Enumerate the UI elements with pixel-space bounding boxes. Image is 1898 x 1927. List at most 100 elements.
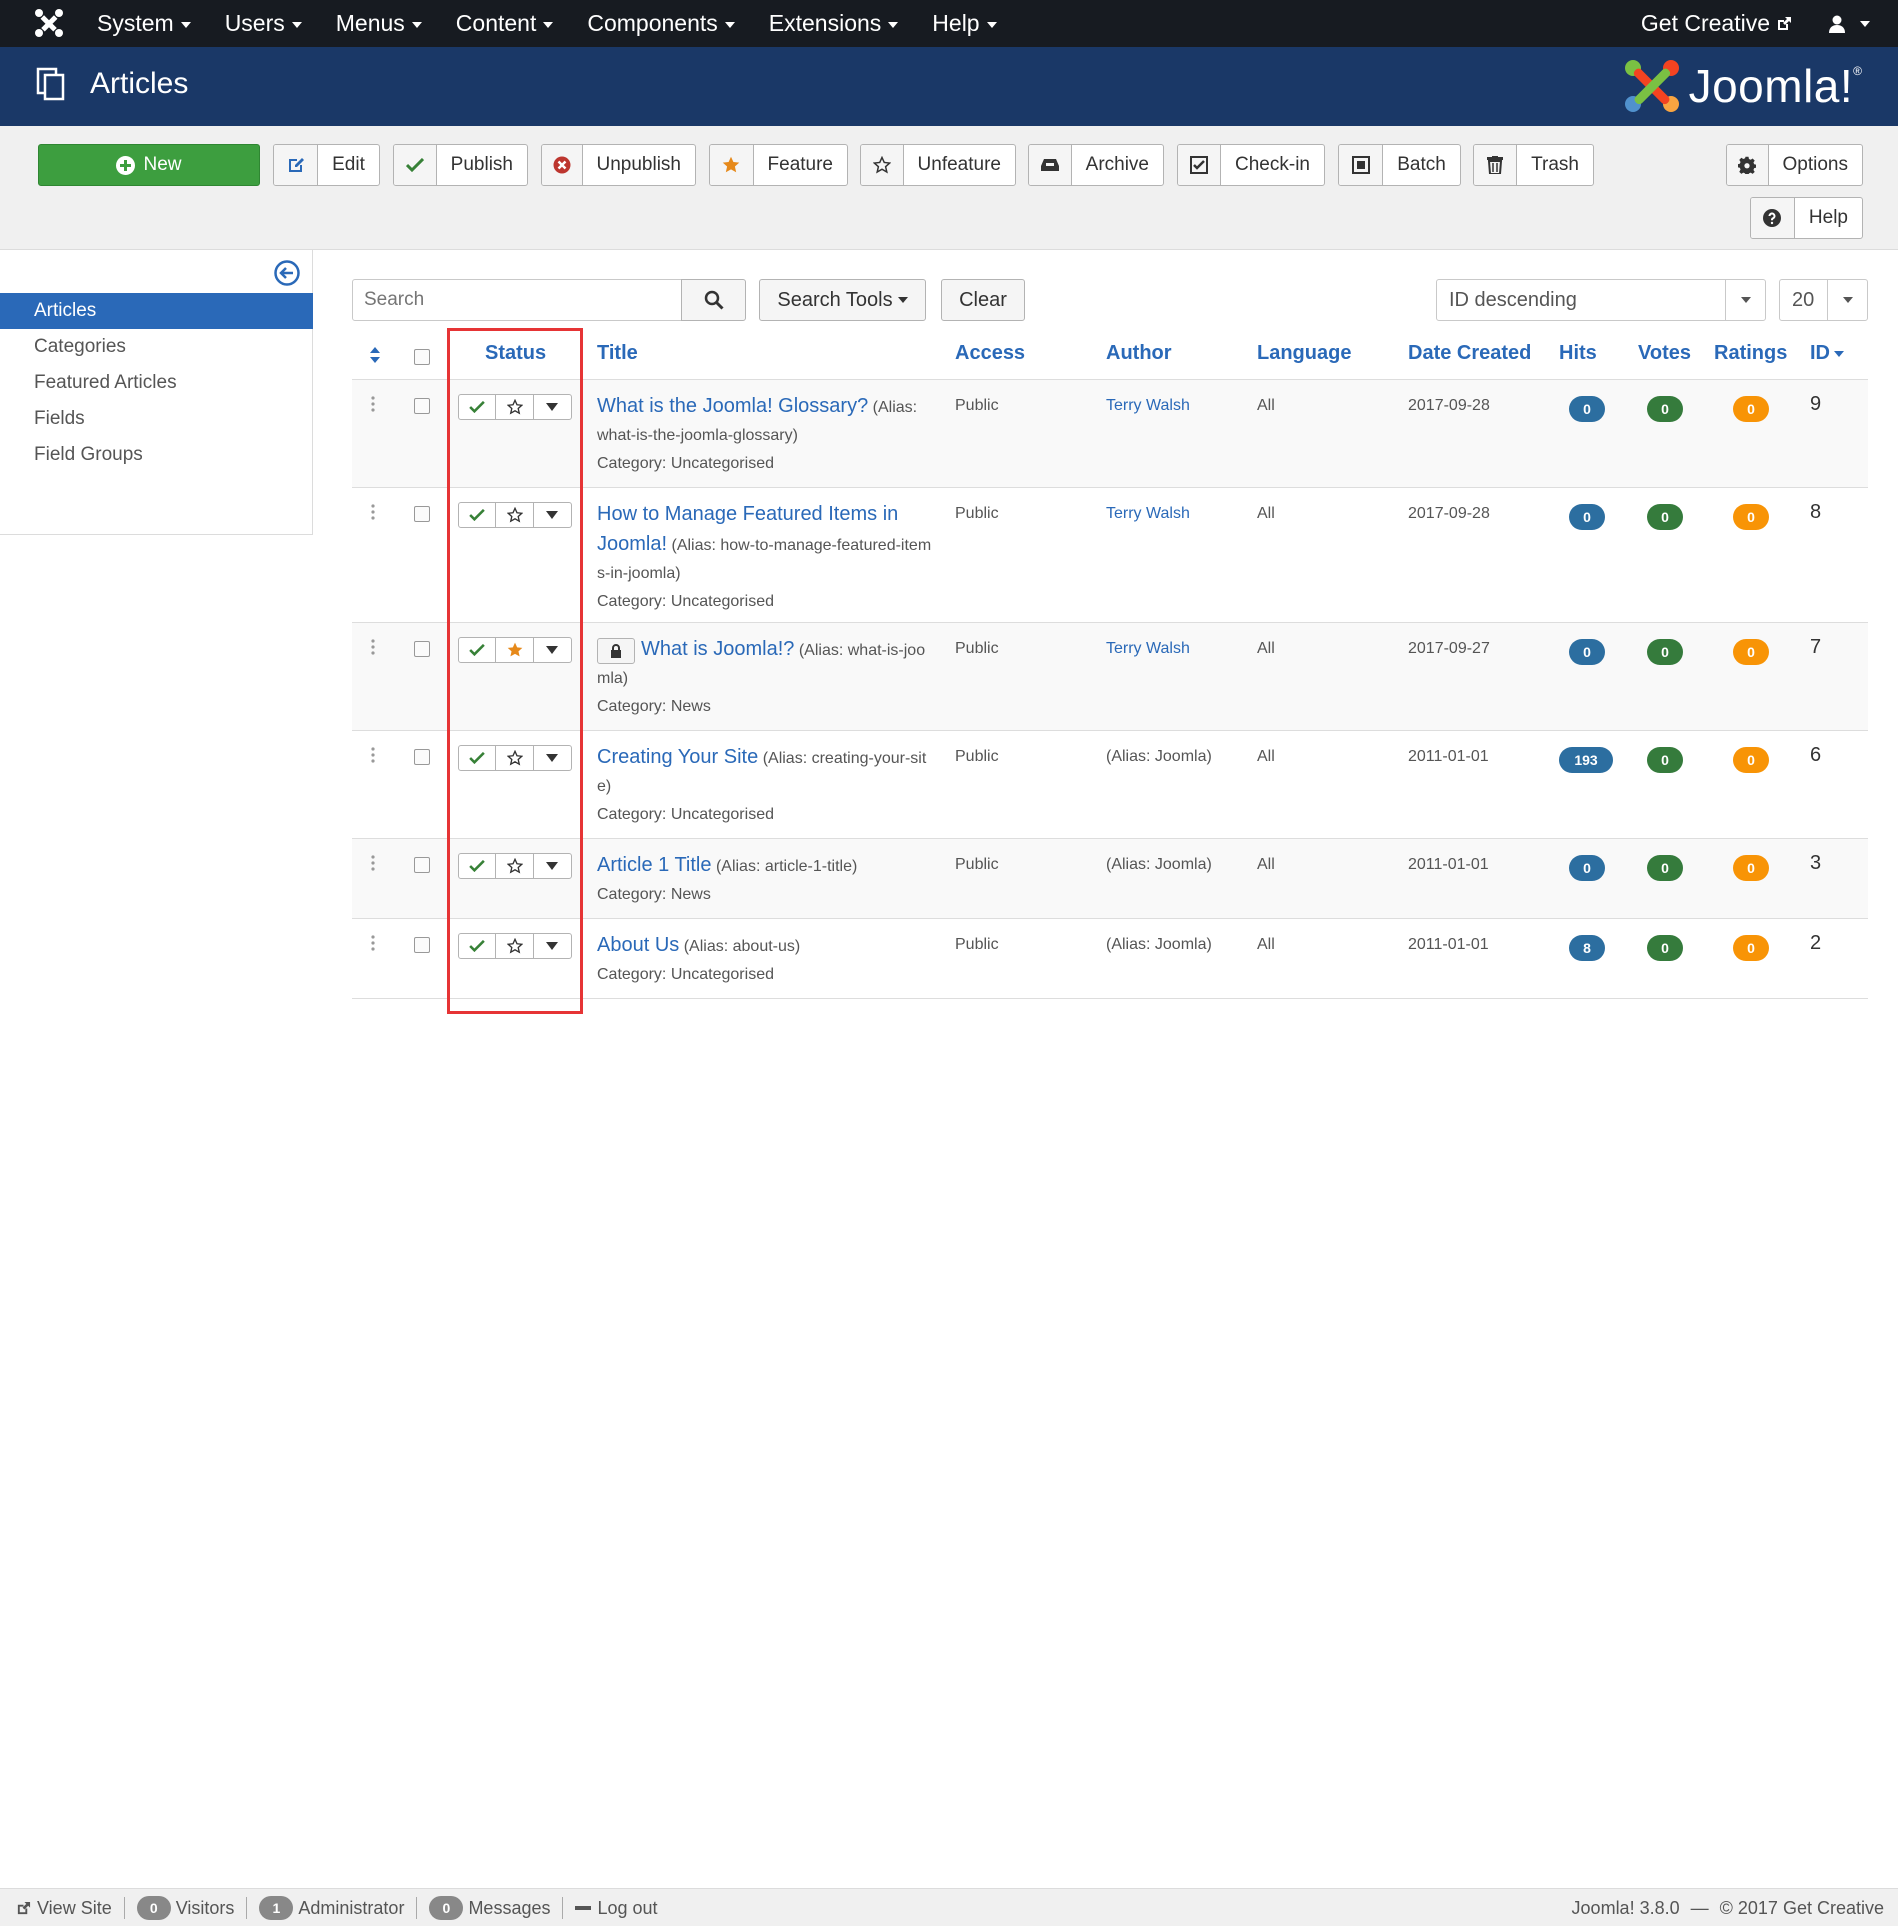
batch-button[interactable]: Batch <box>1338 144 1461 186</box>
menu-extensions[interactable]: Extensions <box>752 0 916 47</box>
votes-column-header[interactable]: Votes <box>1638 332 1691 380</box>
ratings-badge: 0 <box>1733 504 1769 530</box>
row-checkbox[interactable] <box>414 506 430 522</box>
row-checkbox[interactable] <box>414 937 430 953</box>
article-title-cell: What is the Joomla! Glossary? (Alias: wh… <box>597 392 932 478</box>
author-cell[interactable]: Terry Walsh <box>1106 500 1190 528</box>
search-tools-button[interactable]: Search Tools <box>759 279 926 321</box>
joomla-icon[interactable] <box>34 8 64 38</box>
logout-link[interactable]: Log out <box>575 1898 658 1919</box>
new-button[interactable]: New <box>38 144 260 186</box>
joomla-logo: Joomla! ® <box>1623 58 1862 114</box>
help-button[interactable]: Help <box>1750 197 1863 239</box>
user-menu[interactable] <box>1828 15 1870 33</box>
drag-handle-icon[interactable] <box>371 747 375 763</box>
date-column-header[interactable]: Date Created <box>1408 332 1531 380</box>
drag-handle-icon[interactable] <box>371 396 375 412</box>
article-category: Category: News <box>597 886 711 903</box>
unpublish-icon <box>542 145 583 185</box>
messages-indicator[interactable]: 0 Messages <box>429 1896 550 1920</box>
drag-handle-icon[interactable] <box>371 935 375 951</box>
menu-components[interactable]: Components <box>570 0 751 47</box>
row-checkbox[interactable] <box>414 749 430 765</box>
ordering-select[interactable]: ID descending <box>1436 279 1766 321</box>
checkin-button[interactable]: Check-in <box>1177 144 1325 186</box>
menu-users[interactable]: Users <box>208 0 319 47</box>
hits-badge: 8 <box>1569 935 1605 961</box>
date-cell: 2011-01-01 <box>1408 856 1489 873</box>
sidebar-item-categories[interactable]: Categories <box>0 329 313 365</box>
article-title-link[interactable]: What is the Joomla! Glossary? <box>597 395 868 417</box>
access-column-header[interactable]: Access <box>955 332 1025 380</box>
article-category: Category: News <box>597 698 711 715</box>
sidebar-item-fields[interactable]: Fields <box>0 401 313 437</box>
article-title-link[interactable]: Creating Your Site <box>597 746 758 768</box>
menu-content[interactable]: Content <box>439 0 571 47</box>
votes-badge: 0 <box>1647 639 1683 665</box>
menu-menus[interactable]: Menus <box>319 0 439 47</box>
menu-help[interactable]: Help <box>915 0 1013 47</box>
sidebar-item-featured-articles[interactable]: Featured Articles <box>0 365 313 401</box>
row-checkbox[interactable] <box>414 857 430 873</box>
drag-handle-icon[interactable] <box>371 504 375 520</box>
unpublish-button[interactable]: Unpublish <box>541 144 696 186</box>
search-input[interactable] <box>352 279 682 321</box>
administrator-indicator[interactable]: 1 Administrator <box>259 1896 404 1920</box>
view-site-link[interactable]: View Site <box>16 1898 112 1919</box>
visitors-indicator[interactable]: 0 Visitors <box>136 1896 234 1920</box>
edit-button[interactable]: Edit <box>273 144 380 186</box>
sidebar-item-articles[interactable]: Articles <box>0 293 313 329</box>
row-checkbox[interactable] <box>414 641 430 657</box>
access-cell: Public <box>955 856 999 873</box>
menu-system[interactable]: System <box>80 0 208 47</box>
title-column-header[interactable]: Title <box>597 332 638 380</box>
author-cell: (Alias: Joomla) <box>1106 748 1212 765</box>
drag-handle-icon[interactable] <box>371 855 375 871</box>
star-empty-icon <box>861 145 904 185</box>
article-title-cell: About Us (Alias: about-us) Category: Unca… <box>597 931 932 989</box>
article-title-link[interactable]: About Us <box>597 934 679 956</box>
trash-button[interactable]: Trash <box>1473 144 1594 186</box>
site-link[interactable]: Get Creative <box>1641 10 1792 37</box>
article-title-cell: How to Manage Featured Items in Joomla! … <box>597 500 932 616</box>
row-checkbox[interactable] <box>414 398 430 414</box>
language-cell: All <box>1257 640 1275 657</box>
select-all-checkbox[interactable] <box>414 349 430 365</box>
hits-column-header[interactable]: Hits <box>1559 332 1597 380</box>
author-cell[interactable]: Terry Walsh <box>1106 635 1190 663</box>
author-cell[interactable]: Terry Walsh <box>1106 392 1190 420</box>
search-button[interactable] <box>681 279 746 321</box>
limit-select[interactable]: 20 <box>1779 279 1868 321</box>
page-header: Articles Joomla! ® <box>0 47 1898 126</box>
date-cell: 2011-01-01 <box>1408 936 1489 953</box>
batch-icon <box>1339 145 1383 185</box>
sidebar-item-field-groups[interactable]: Field Groups <box>0 437 313 473</box>
archive-button[interactable]: Archive <box>1028 144 1164 186</box>
id-column-header[interactable]: ID <box>1810 332 1844 380</box>
language-column-header[interactable]: Language <box>1257 332 1351 380</box>
votes-badge: 0 <box>1647 855 1683 881</box>
hits-badge: 0 <box>1569 639 1605 665</box>
search-icon <box>704 290 724 310</box>
star-icon <box>710 145 754 185</box>
copy-icon <box>36 67 66 101</box>
sidebar-toggle-icon[interactable] <box>274 260 300 286</box>
article-title-link[interactable]: What is Joomla!? <box>641 638 794 660</box>
author-column-header[interactable]: Author <box>1106 332 1172 380</box>
ratings-column-header[interactable]: Ratings <box>1714 332 1787 380</box>
sidebar: Articles Categories Featured Articles Fi… <box>0 250 313 535</box>
question-icon <box>1751 198 1795 238</box>
unfeature-button[interactable]: Unfeature <box>860 144 1016 186</box>
toolbar: New Edit Publish Unpublish Feature Unfea… <box>0 126 1898 250</box>
lock-icon[interactable] <box>597 637 635 664</box>
language-cell: All <box>1257 748 1275 765</box>
article-title-link[interactable]: Article 1 Title <box>597 854 711 876</box>
options-button[interactable]: Options <box>1726 144 1863 186</box>
feature-button[interactable]: Feature <box>709 144 848 186</box>
access-cell: Public <box>955 640 999 657</box>
chevron-down-icon <box>1725 280 1765 320</box>
drag-handle-icon[interactable] <box>371 639 375 655</box>
clear-button[interactable]: Clear <box>941 279 1025 321</box>
publish-button[interactable]: Publish <box>393 144 528 186</box>
hits-badge: 0 <box>1569 396 1605 422</box>
